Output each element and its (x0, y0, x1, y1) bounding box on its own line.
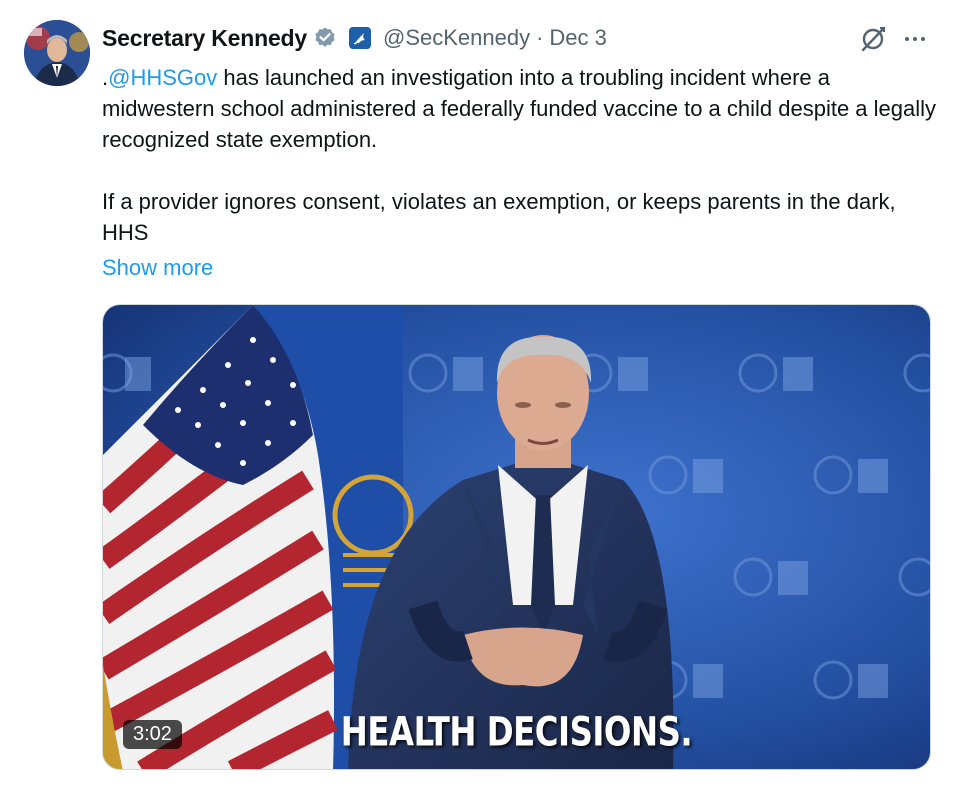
tweet-date[interactable]: Dec 3 (549, 25, 606, 51)
tweet-text-1: has launched an investigation into a tro… (102, 65, 937, 152)
show-more-link[interactable]: Show more (102, 252, 213, 283)
video-player[interactable]: 3:02 HEALTH DECISIONS. (102, 304, 931, 770)
tweet-paragraph-2: If a provider ignores consent, violates … (102, 189, 896, 245)
video-caption: HEALTH DECISIONS. (340, 709, 693, 756)
more-icon[interactable] (900, 26, 930, 52)
avatar[interactable] (24, 20, 90, 86)
author-name[interactable]: Secretary Kennedy (102, 25, 307, 52)
hhs-eagle-icon[interactable] (348, 27, 371, 49)
verified-badge-icon[interactable] (313, 26, 337, 50)
video-thumbnail (103, 305, 930, 769)
grok-icon[interactable] (858, 24, 888, 54)
mention-link[interactable]: @HHSGov (108, 65, 217, 90)
tweet-header: Secretary Kennedy @SecKennedy · Dec 3 (102, 22, 607, 54)
tweet-body: .@HHSGov has launched an investigation i… (102, 62, 942, 248)
tweet-paragraph-1: .@HHSGov has launched an investigation i… (102, 62, 942, 155)
author-handle[interactable]: @SecKennedy (383, 25, 530, 51)
separator-dot: · (536, 25, 544, 50)
